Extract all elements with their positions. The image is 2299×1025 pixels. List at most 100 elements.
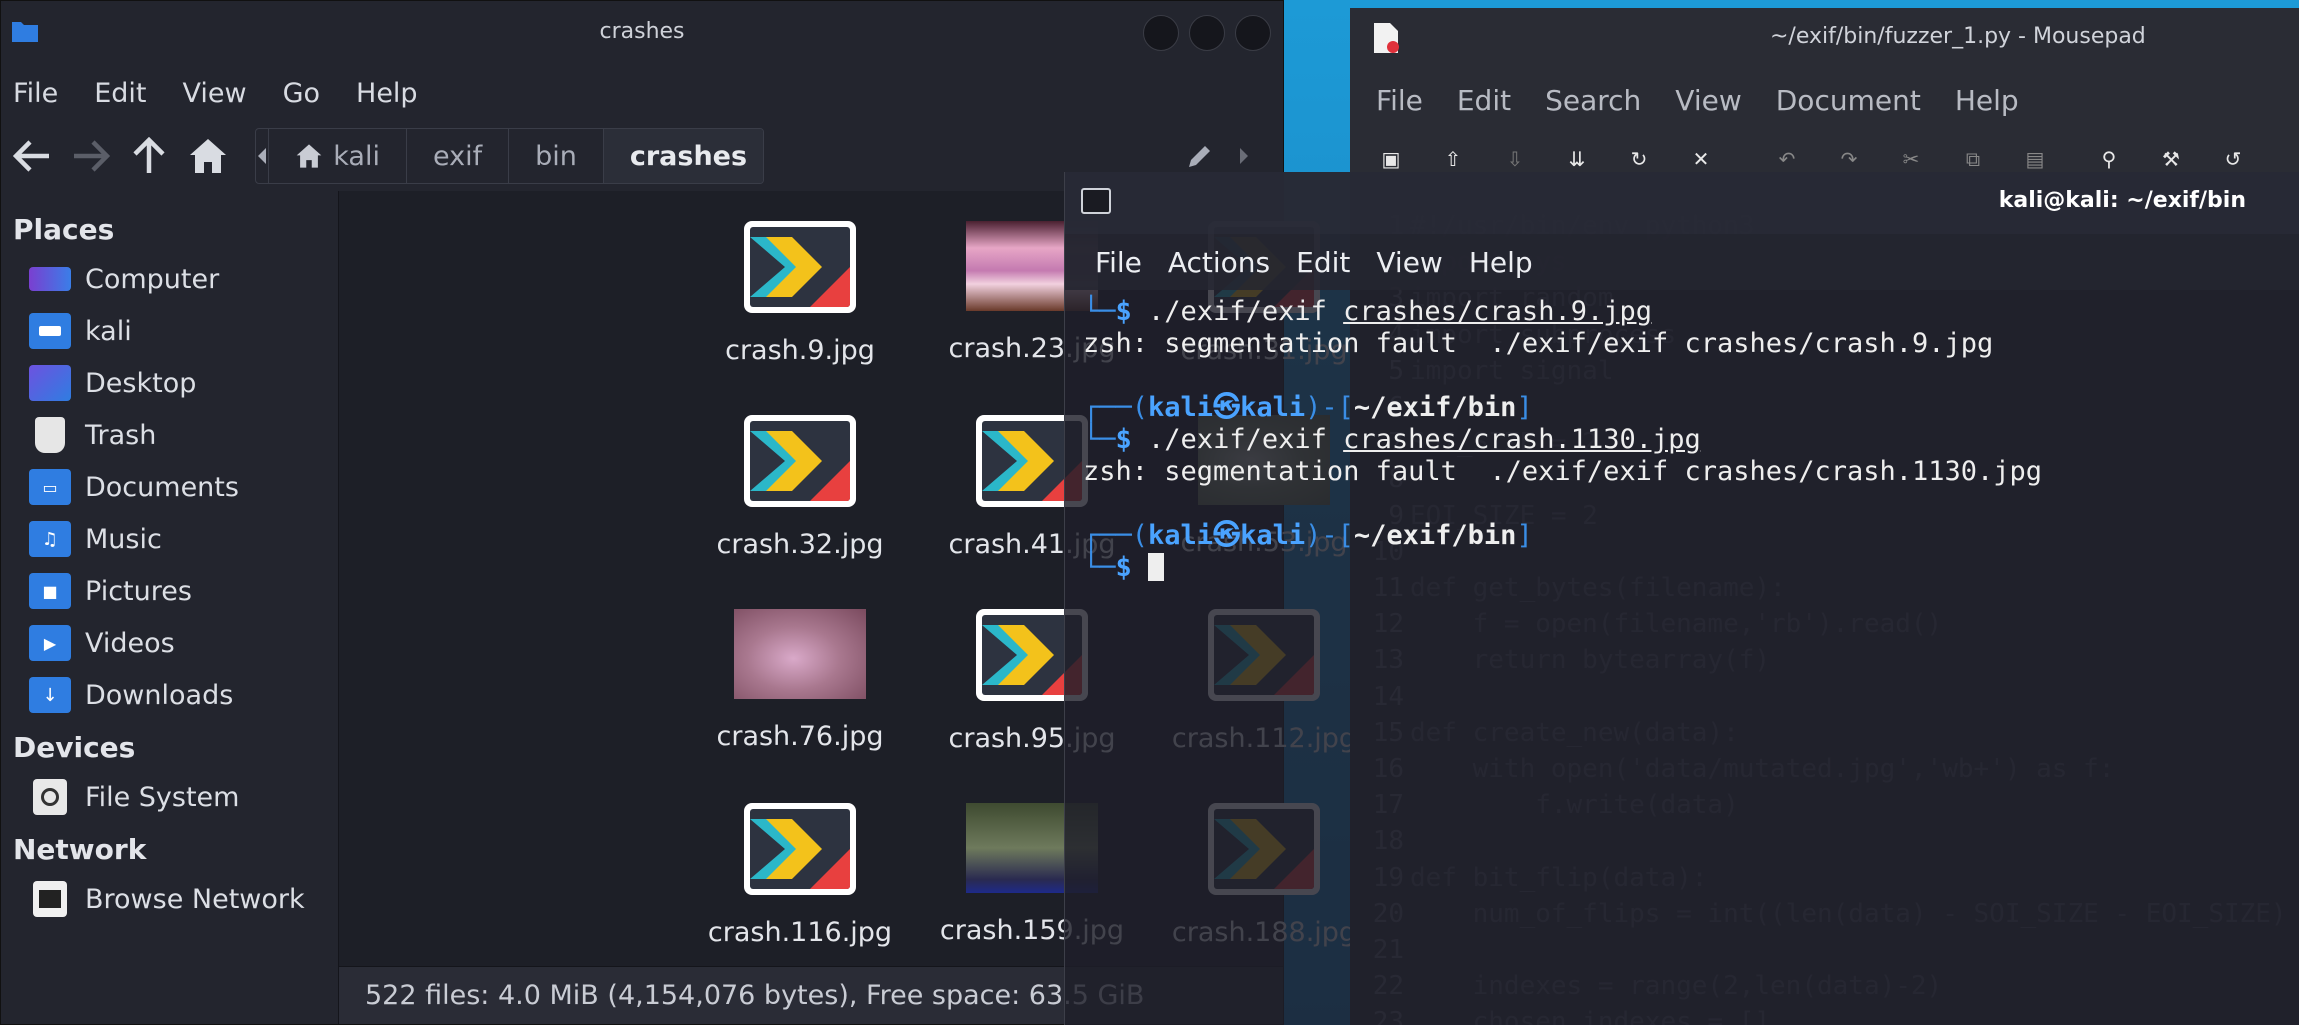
file-item[interactable]: crash.116.jpg — [684, 803, 916, 948]
menu-help[interactable]: Help — [356, 78, 418, 109]
terminal-menu-edit[interactable]: Edit — [1296, 246, 1350, 279]
documents-folder-icon: ▭ — [29, 469, 71, 505]
places-heading: Places — [13, 213, 115, 246]
terminal-menu-bar: File Actions Edit View Help — [1065, 234, 2299, 290]
sidebar-item-music[interactable]: ♫ Music — [1, 513, 338, 565]
computer-icon — [29, 267, 71, 291]
network-icon — [33, 881, 67, 917]
terminal-line: └─$ ./exif/exif crashes/crash.9.jpg — [1083, 296, 1652, 327]
file-name: crash.76.jpg — [716, 721, 884, 752]
new-document-icon[interactable]: ▣ — [1376, 147, 1406, 173]
sidebar-item-file-system[interactable]: File System — [1, 771, 338, 823]
sidebar-item-browse-network[interactable]: Browse Network — [1, 873, 338, 925]
save-icon[interactable]: ⇩ — [1500, 147, 1530, 173]
pictures-folder-icon: ■ — [29, 573, 71, 609]
menu-go[interactable]: Go — [283, 78, 320, 109]
terminal-prompt: ┌──(kali㉿kali)-[~/exif/bin] — [1083, 392, 1533, 423]
mousepad-menu-bar: File Edit Search View Document Help — [1350, 70, 2299, 130]
terminal-icon — [1081, 188, 1111, 214]
close-document-icon[interactable]: ✕ — [1686, 147, 1716, 173]
file-manager-titlebar[interactable]: crashes — [1, 1, 1283, 65]
file-item[interactable]: crash.32.jpg — [684, 415, 916, 560]
sidebar-item-pictures[interactable]: ■ Pictures — [1, 565, 338, 617]
save-as-icon[interactable]: ⇊ — [1562, 147, 1592, 173]
paste-icon[interactable]: ▤ — [2020, 147, 2050, 173]
up-arrow-icon[interactable] — [131, 135, 167, 177]
mousepad-menu-edit[interactable]: Edit — [1457, 84, 1511, 117]
network-heading: Network — [13, 833, 147, 866]
menu-view[interactable]: View — [182, 78, 246, 109]
music-folder-icon: ♫ — [29, 521, 71, 557]
mousepad-title: ~/exif/bin/fuzzer_1.py - Mousepad — [1770, 24, 2146, 49]
open-file-icon[interactable]: ⇧ — [1438, 147, 1468, 173]
undo-icon[interactable]: ↶ — [1772, 147, 1802, 173]
sidebar-item-downloads[interactable]: ↓ Downloads — [1, 669, 338, 721]
image-thumbnail — [744, 221, 856, 313]
terminal-line: └─$ ./exif/exif crashes/crash.1130.jpg — [1083, 424, 1701, 455]
minimize-button[interactable] — [1143, 15, 1179, 51]
find-replace-icon[interactable]: ⚒ — [2156, 147, 2186, 173]
terminal-menu-file[interactable]: File — [1095, 246, 1142, 279]
terminal-menu-help[interactable]: Help — [1469, 246, 1533, 279]
desktop-icon — [29, 365, 71, 401]
drive-icon — [33, 779, 67, 815]
sidebar: Places Computer kali Desktop Trash ▭ Doc… — [1, 191, 339, 1024]
mousepad-menu-search[interactable]: Search — [1545, 84, 1641, 117]
mousepad-menu-document[interactable]: Document — [1776, 84, 1921, 117]
sidebar-item-trash[interactable]: Trash — [1, 409, 338, 461]
terminal-titlebar[interactable]: kali@kali: ~/exif/bin — [1065, 172, 2299, 234]
goto-icon[interactable]: ↺ — [2218, 147, 2248, 173]
sidebar-item-computer[interactable]: Computer — [1, 253, 338, 305]
image-thumbnail — [744, 415, 856, 507]
terminal-line: zsh: segmentation fault ./exif/exif cras… — [1083, 328, 1994, 359]
sidebar-item-kali[interactable]: kali — [1, 305, 338, 357]
cut-icon[interactable]: ✂ — [1896, 147, 1926, 173]
devices-heading: Devices — [13, 731, 136, 764]
sidebar-item-desktop[interactable]: Desktop — [1, 357, 338, 409]
redo-icon[interactable]: ↷ — [1834, 147, 1864, 173]
terminal-window: kali@kali: ~/exif/bin File Actions Edit … — [1064, 172, 2299, 1025]
breadcrumb-kali[interactable]: kali — [269, 129, 407, 183]
menu-edit[interactable]: Edit — [94, 78, 146, 109]
window-title: crashes — [599, 19, 685, 44]
breadcrumb-scroll-right-icon[interactable] — [1226, 135, 1262, 177]
breadcrumb-crashes[interactable]: crashes — [603, 129, 763, 183]
desktop: crashes File Edit View Go Help kali exif… — [0, 0, 2299, 1025]
sidebar-item-videos[interactable]: ▶ Videos — [1, 617, 338, 669]
terminal-input-line[interactable]: └─$ — [1083, 552, 2299, 584]
forward-arrow-icon[interactable] — [72, 135, 110, 177]
mousepad-menu-view[interactable]: View — [1675, 84, 1741, 117]
file-name: crash.116.jpg — [707, 917, 893, 948]
breadcrumb-exif[interactable]: exif — [407, 129, 510, 183]
file-item[interactable]: crash.76.jpg — [684, 609, 916, 752]
close-button[interactable] — [1235, 15, 1271, 51]
menu-file[interactable]: File — [13, 78, 58, 109]
terminal-prompt: ┌──(kali㉿kali)-[~/exif/bin] — [1083, 520, 1533, 551]
home-icon[interactable] — [188, 135, 228, 177]
breadcrumb-bin[interactable]: bin — [509, 129, 604, 183]
home-icon — [296, 144, 322, 168]
copy-icon[interactable]: ⧉ — [1958, 147, 1988, 173]
mousepad-menu-help[interactable]: Help — [1955, 84, 2019, 117]
breadcrumb-scroll-left-icon[interactable] — [256, 129, 270, 183]
maximize-button[interactable] — [1189, 15, 1225, 51]
terminal-output[interactable]: └─$ ./exif/exif crashes/crash.9.jpg zsh: … — [1065, 290, 2299, 584]
file-name: crash.9.jpg — [725, 335, 875, 366]
image-thumbnail — [734, 609, 866, 699]
file-item[interactable]: crash.9.jpg — [684, 221, 916, 366]
file-name: crash.32.jpg — [716, 529, 884, 560]
mousepad-menu-file[interactable]: File — [1376, 84, 1423, 117]
menu-bar: File Edit View Go Help — [1, 65, 1283, 121]
sidebar-item-documents[interactable]: ▭ Documents — [1, 461, 338, 513]
reload-icon[interactable]: ↻ — [1624, 147, 1654, 173]
back-arrow-icon[interactable] — [13, 135, 51, 177]
edit-path-icon[interactable] — [1182, 135, 1218, 177]
find-icon[interactable]: ⚲ — [2094, 147, 2124, 173]
terminal-menu-actions[interactable]: Actions — [1168, 246, 1270, 279]
terminal-title: kali@kali: ~/exif/bin — [1998, 188, 2246, 213]
terminal-cursor — [1148, 553, 1165, 581]
trash-icon — [35, 417, 65, 453]
mousepad-titlebar[interactable]: ~/exif/bin/fuzzer_1.py - Mousepad — [1350, 8, 2299, 70]
terminal-menu-view[interactable]: View — [1376, 246, 1442, 279]
text-editor-icon — [1374, 23, 1399, 53]
